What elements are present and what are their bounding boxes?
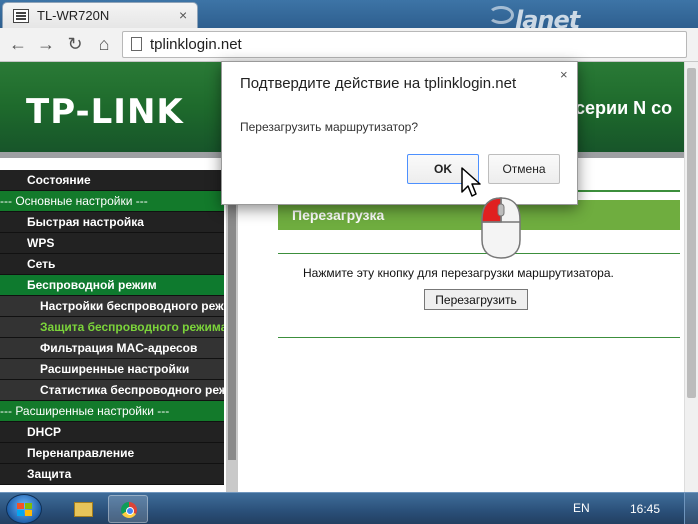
page-icon (131, 37, 142, 51)
browser-titlebar: TL-WR720N × lanet (0, 0, 698, 34)
forward-arrow-icon[interactable]: → (34, 32, 58, 56)
sidebar-item[interactable]: Защита беспроводного режима (0, 317, 224, 338)
sidebar-item[interactable]: --- Основные настройки --- (0, 191, 224, 212)
reload-icon[interactable]: ↻ (63, 32, 87, 56)
windows-taskbar: EN 16:45 (0, 492, 698, 524)
page-icon (13, 9, 29, 23)
reboot-description: Нажмите эту кнопку для перезагрузки марш… (303, 266, 614, 280)
reboot-button[interactable]: Перезагрузить (424, 289, 528, 310)
page-scroll-thumb[interactable] (687, 68, 696, 398)
sidebar-item[interactable]: WPS (0, 233, 224, 254)
tab-title: TL-WR720N (37, 8, 110, 23)
banner-text: серии N со (575, 98, 673, 118)
language-indicator[interactable]: EN (573, 501, 590, 515)
show-desktop-button[interactable] (684, 493, 698, 524)
taskbar-clock[interactable]: 16:45 (630, 502, 660, 516)
home-icon[interactable]: ⌂ (92, 32, 116, 56)
menu-scroll-thumb[interactable] (228, 160, 236, 460)
sidebar-item[interactable]: Защита (0, 464, 224, 485)
sidebar-item[interactable]: Настройки беспроводного режима (0, 296, 224, 317)
sidebar-menu: Состояние --- Основные настройки --- Быстр… (0, 170, 224, 485)
sidebar-item[interactable]: Состояние (0, 170, 224, 191)
close-icon[interactable]: × (560, 67, 568, 82)
dialog-message: Перезагрузить маршрутизатор? (240, 120, 419, 134)
tab-close-icon[interactable]: × (179, 7, 187, 23)
start-button[interactable] (6, 494, 42, 524)
explorer-icon[interactable] (62, 495, 102, 523)
sidebar-item[interactable]: Сеть (0, 254, 224, 275)
sidebar-item[interactable]: Фильтрация MAC-адресов (0, 338, 224, 359)
mouse-click-icon (481, 197, 521, 259)
page-scrollbar[interactable] (684, 62, 698, 492)
sidebar-item[interactable]: Расширенные настройки (0, 359, 224, 380)
browser-tab[interactable]: TL-WR720N × (2, 2, 198, 28)
sidebar-item[interactable]: DHCP (0, 422, 224, 443)
browser-toolbar: ← → ↻ ⌂ tplinklogin.net (0, 28, 698, 62)
chrome-icon (121, 502, 137, 518)
url-text: tplinklogin.net (150, 36, 242, 53)
sidebar-item[interactable]: --- Расширенные настройки --- (0, 401, 224, 422)
content-divider (278, 337, 680, 338)
dialog-title: Подтвердите действие на tplinklogin.net (240, 75, 517, 92)
address-bar[interactable]: tplinklogin.net (122, 31, 687, 58)
sidebar-item[interactable]: Статистика беспроводного режима (0, 380, 224, 401)
sidebar-item[interactable]: Быстрая настройка (0, 212, 224, 233)
tplink-logo: TP-LINK (26, 92, 184, 132)
mouse-pointer-icon (461, 167, 481, 197)
menu-scrollbar[interactable] (226, 158, 238, 492)
back-arrow-icon[interactable]: ← (6, 32, 30, 56)
brand-logo-icon (488, 6, 514, 24)
chrome-taskbar-button[interactable] (108, 495, 148, 523)
sidebar-item[interactable]: Беспроводной режим (0, 275, 224, 296)
cancel-button[interactable]: Отмена (488, 154, 560, 184)
sidebar-item[interactable]: Перенаправление (0, 443, 224, 464)
confirm-dialog: Подтвердите действие на tplinklogin.net … (221, 61, 578, 205)
